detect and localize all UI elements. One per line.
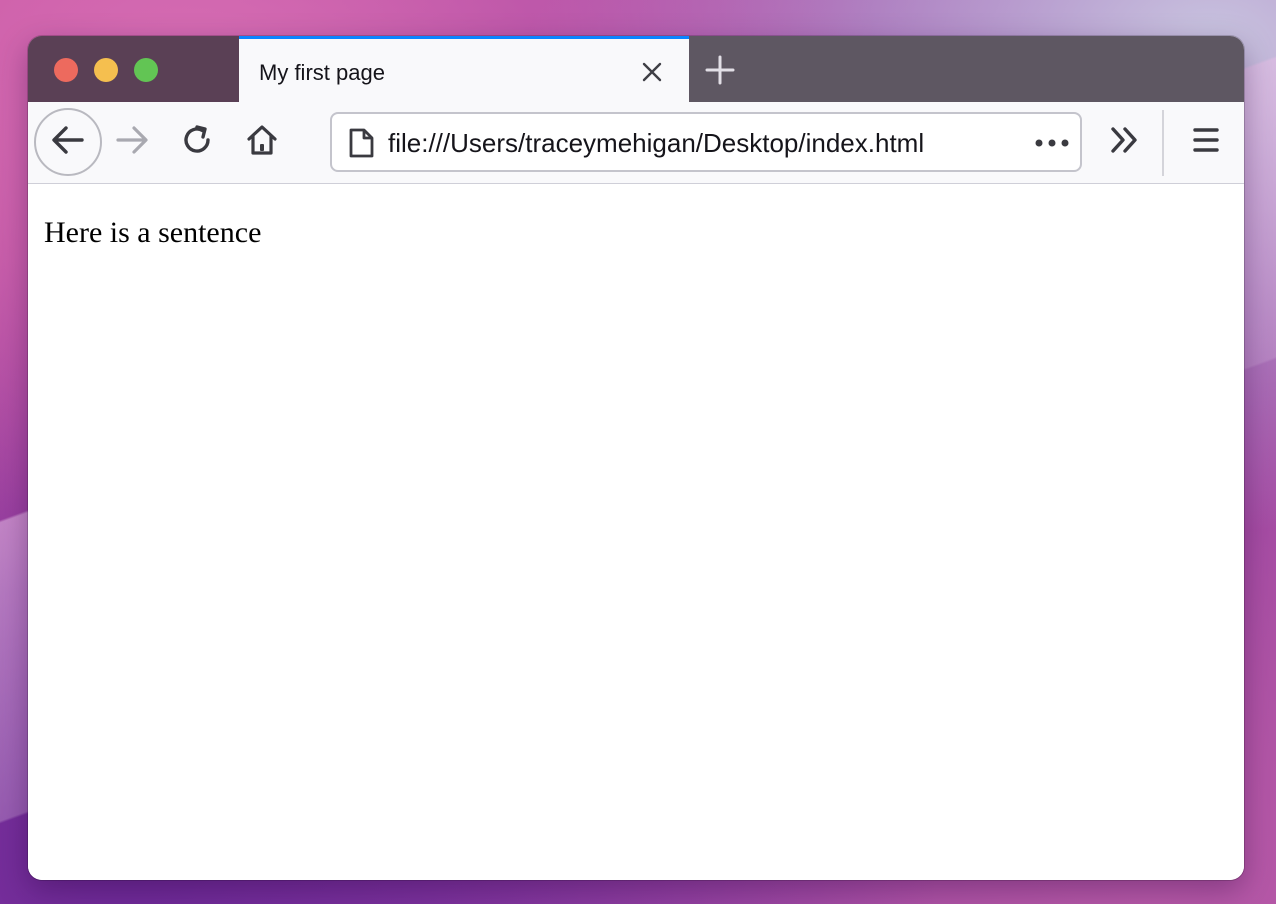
toolbar-divider bbox=[1162, 110, 1164, 176]
arrow-right-icon bbox=[115, 125, 149, 160]
page-text: Here is a sentence bbox=[44, 216, 262, 249]
forward-button[interactable] bbox=[108, 118, 156, 166]
window-controls-area bbox=[28, 36, 239, 102]
window-close-button[interactable] bbox=[54, 58, 78, 82]
tab-bar: My first page bbox=[28, 36, 1244, 102]
tab-title: My first page bbox=[259, 60, 385, 85]
menu-button[interactable] bbox=[1182, 118, 1230, 166]
window-maximize-button[interactable] bbox=[134, 58, 158, 82]
back-button[interactable] bbox=[34, 108, 102, 176]
hamburger-icon bbox=[1191, 125, 1221, 160]
plus-icon[interactable] bbox=[704, 54, 736, 86]
window-minimize-button[interactable] bbox=[94, 58, 118, 82]
page-content: Here is a sentence bbox=[28, 184, 1244, 880]
tab-my-first-page[interactable]: My first page bbox=[239, 36, 689, 102]
nav-toolbar: file:///Users/traceymehigan/Desktop/inde… bbox=[28, 102, 1244, 184]
document-icon bbox=[346, 127, 376, 159]
url-bar[interactable]: file:///Users/traceymehigan/Desktop/inde… bbox=[330, 112, 1082, 172]
reload-button[interactable] bbox=[174, 118, 222, 166]
reload-icon bbox=[181, 123, 215, 162]
url-text[interactable]: file:///Users/traceymehigan/Desktop/inde… bbox=[388, 128, 924, 159]
ellipsis-icon[interactable] bbox=[1032, 130, 1072, 156]
arrow-left-icon bbox=[51, 125, 85, 160]
chevron-double-right-icon bbox=[1107, 125, 1141, 160]
browser-window: My first page file:///Users/traceymehiga… bbox=[28, 36, 1244, 880]
close-icon[interactable] bbox=[639, 59, 665, 85]
overflow-button[interactable] bbox=[1100, 118, 1148, 166]
home-icon bbox=[245, 123, 279, 162]
home-button[interactable] bbox=[238, 118, 286, 166]
